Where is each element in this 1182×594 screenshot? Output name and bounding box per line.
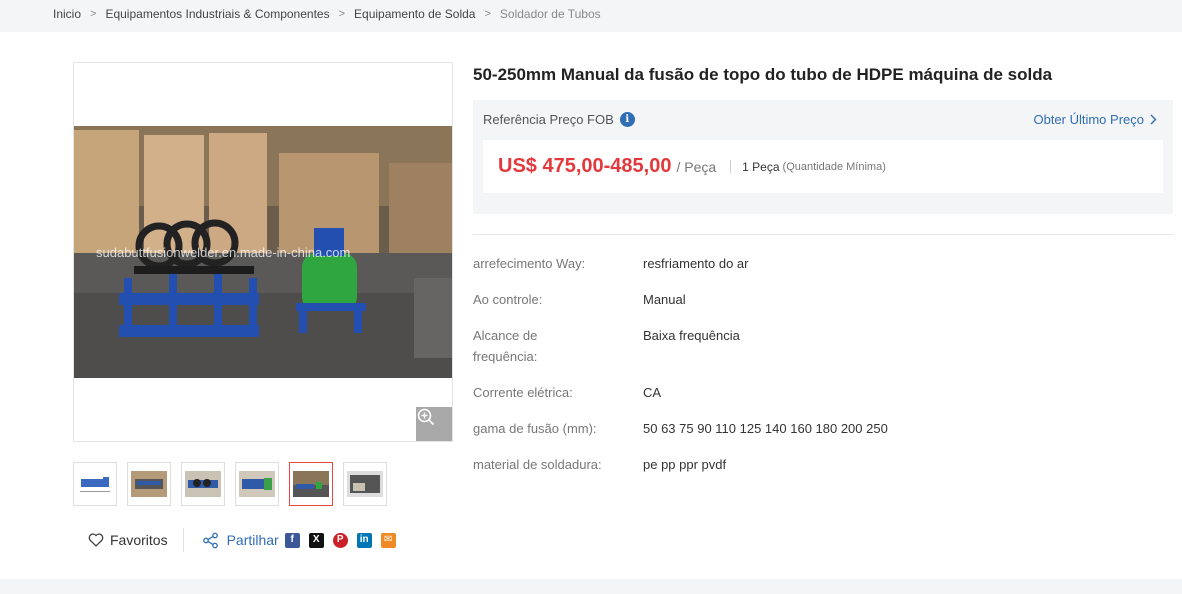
attribute-row: gama de fusão (mm): 50 63 75 90 110 125 … bbox=[473, 418, 1173, 439]
attribute-value: CA bbox=[643, 385, 662, 400]
attribute-key: gama de fusão (mm): bbox=[473, 421, 597, 436]
share-icon bbox=[202, 532, 218, 548]
thumbnail[interactable] bbox=[235, 462, 279, 506]
pinterest-icon[interactable]: P bbox=[332, 532, 348, 548]
attribute-key: Ao controle: bbox=[473, 292, 543, 307]
chevron-right-icon: > bbox=[90, 8, 97, 20]
thumbnail[interactable] bbox=[127, 462, 171, 506]
price-reference: Referência Preço FOB i bbox=[483, 112, 635, 127]
price-value: US$ 475,00-485,00 bbox=[498, 155, 672, 177]
price-reference-label: Referência Preço FOB bbox=[483, 112, 614, 127]
breadcrumb: Inicio > Equipamentos Industriais & Comp… bbox=[53, 7, 601, 21]
attribute-row: Alcance de frequência: Baixa frequência bbox=[473, 325, 1173, 367]
info-icon[interactable]: i bbox=[619, 112, 635, 127]
attribute-value: pe pp ppr pvdf bbox=[643, 457, 727, 472]
facebook-icon[interactable]: f bbox=[284, 532, 300, 548]
attribute-value: 50 63 75 90 110 125 140 160 180 200 250 bbox=[643, 421, 888, 436]
price-panel: Referência Preço FOB i Obter Último Preç… bbox=[473, 100, 1173, 214]
attribute-key: Alcance de frequência: bbox=[473, 328, 538, 364]
attributes-list: arrefecimento Way: resfriamento do ar Ao… bbox=[473, 253, 1173, 490]
product-photo: sudabuttfusionwelder.en.made-in-china.co… bbox=[74, 126, 452, 378]
min-order-note: (Quantidade Mínima) bbox=[782, 160, 886, 173]
email-icon[interactable]: ✉ bbox=[380, 532, 396, 548]
thumbnail-image bbox=[185, 471, 221, 497]
breadcrumb-subcategory[interactable]: Equipamento de Solda bbox=[354, 7, 475, 21]
share-button[interactable]: Partilhar bbox=[202, 532, 279, 549]
attribute-row: Ao controle: Manual bbox=[473, 289, 1173, 310]
attribute-key: Corrente elétrica: bbox=[473, 385, 573, 400]
divider bbox=[730, 160, 732, 173]
footer-band bbox=[0, 579, 1182, 594]
attribute-key: arrefecimento Way: bbox=[473, 256, 586, 271]
breadcrumb-home[interactable]: Inicio bbox=[53, 7, 81, 21]
thumbnail-image bbox=[131, 471, 167, 497]
thumbnail-image bbox=[347, 471, 383, 497]
section-divider bbox=[473, 234, 1173, 235]
thumbnail-strip bbox=[73, 462, 387, 506]
favorites-label: Favoritos bbox=[110, 532, 168, 548]
chevron-right-icon bbox=[1150, 114, 1157, 125]
photo-watermark: sudabuttfusionwelder.en.made-in-china.co… bbox=[96, 245, 350, 260]
price-card: US$ 475,00-485,00 / Peça 1 Peça (Quantid… bbox=[483, 140, 1163, 193]
action-row: Favoritos Partilhar f X P in ✉ bbox=[88, 528, 396, 552]
product-main-image[interactable]: sudabuttfusionwelder.en.made-in-china.co… bbox=[73, 62, 453, 442]
attribute-row: arrefecimento Way: resfriamento do ar bbox=[473, 253, 1173, 274]
breadcrumb-current: Soldador de Tubos bbox=[499, 7, 601, 21]
product-title: 50-250mm Manual da fusão de topo do tubo… bbox=[473, 65, 1053, 84]
linkedin-icon[interactable]: in bbox=[356, 532, 372, 548]
x-icon[interactable]: X bbox=[308, 532, 324, 548]
favorites-button[interactable]: Favoritos bbox=[88, 532, 168, 548]
get-latest-price-label: Obter Último Preço bbox=[1033, 112, 1144, 127]
get-latest-price-link[interactable]: Obter Último Preço bbox=[1033, 112, 1157, 127]
breadcrumb-category[interactable]: Equipamentos Industriais & Componentes bbox=[105, 7, 329, 21]
thumbnail[interactable] bbox=[73, 462, 117, 506]
thumbnail-image bbox=[239, 471, 275, 497]
attribute-row: Corrente elétrica: CA bbox=[473, 382, 1173, 403]
chevron-right-icon: > bbox=[484, 8, 491, 20]
chevron-right-icon: > bbox=[338, 8, 346, 20]
price-unit: / Peça bbox=[676, 158, 717, 175]
attribute-value: resfriamento do ar bbox=[643, 256, 749, 271]
zoom-in-icon bbox=[417, 408, 435, 426]
thumbnail[interactable] bbox=[343, 462, 387, 506]
thumbnail-image bbox=[77, 471, 113, 497]
attribute-value: Manual bbox=[643, 292, 686, 307]
breadcrumb-bar: Inicio > Equipamentos Industriais & Comp… bbox=[0, 0, 1182, 32]
min-order-quantity: 1 Peça bbox=[742, 159, 780, 174]
attribute-row: material de soldadura: pe pp ppr pvdf bbox=[473, 454, 1173, 475]
divider bbox=[182, 528, 184, 552]
social-share-icons: f X P in ✉ bbox=[284, 532, 396, 548]
heart-icon bbox=[88, 533, 104, 547]
attribute-key: material de soldadura: bbox=[473, 457, 602, 472]
attribute-value: Baixa frequência bbox=[643, 328, 740, 343]
zoom-button[interactable] bbox=[416, 407, 452, 441]
share-label: Partilhar bbox=[226, 532, 279, 548]
thumbnail-active[interactable] bbox=[289, 462, 333, 506]
thumbnail-image bbox=[293, 471, 329, 497]
thumbnail[interactable] bbox=[181, 462, 225, 506]
